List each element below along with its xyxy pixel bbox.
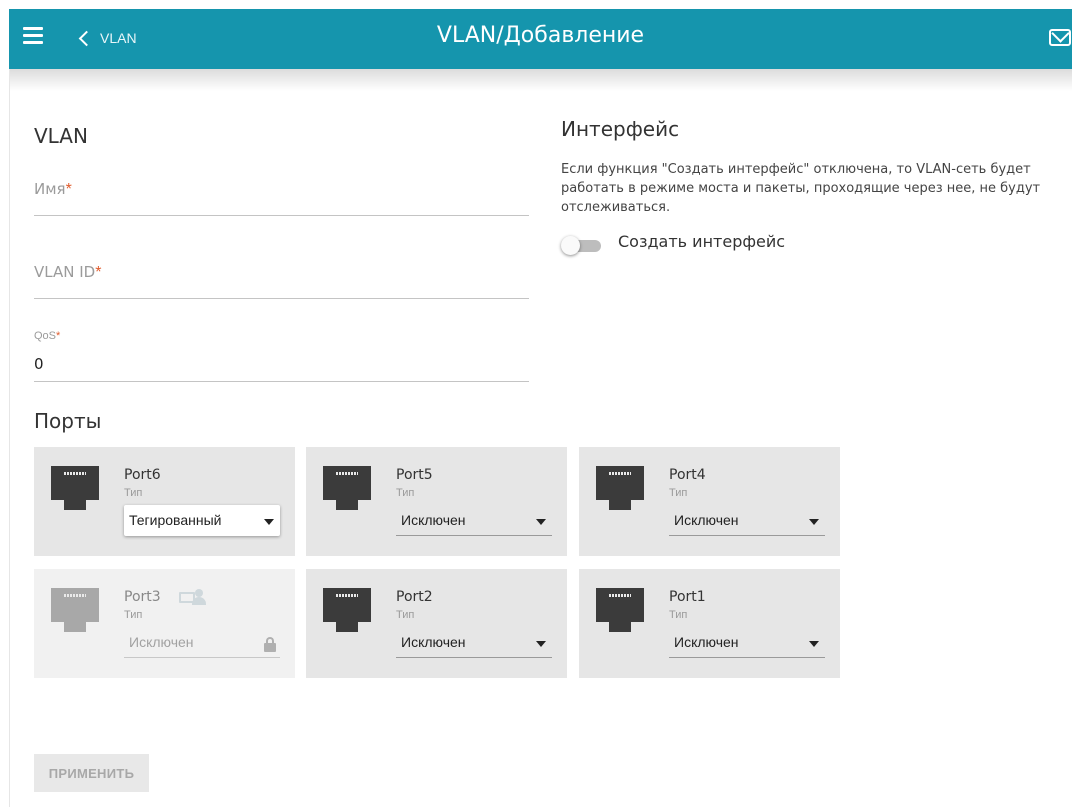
port2-type-select[interactable]: Исключен (396, 627, 552, 658)
interface-description: Если функция "Создать интерфейс" отключе… (561, 162, 1041, 215)
header-shadow (9, 69, 1072, 91)
port-type-label: Тип (124, 609, 143, 621)
qos-field[interactable]: QoS* 0 (34, 322, 529, 382)
port1-type-select[interactable]: Исключен (669, 627, 825, 658)
ethernet-port-icon (323, 466, 371, 514)
interface-heading: Интерфейс (561, 117, 680, 141)
port-card-port1: Port1 Тип Исключен (579, 569, 840, 678)
top-bar: VLAN VLAN/Добавление (9, 9, 1072, 69)
name-field[interactable]: Имя* (34, 180, 529, 216)
ethernet-port-icon (51, 466, 99, 514)
ethernet-port-icon (596, 588, 644, 636)
port-type-value: Тегированный (129, 512, 222, 528)
port-card-port6: Port6 Тип Тегированный (34, 447, 295, 556)
vlan-id-label: VLAN ID (34, 263, 96, 281)
port-type-value: Исключен (674, 634, 739, 650)
ports-heading: Порты (34, 409, 102, 433)
required-mark: * (56, 330, 61, 342)
port6-type-select[interactable]: Тегированный (124, 505, 280, 536)
port-card-port4: Port4 Тип Исключен (579, 447, 840, 556)
caret-down-icon (536, 641, 546, 647)
caret-down-icon (809, 519, 819, 525)
port-type-label: Тип (669, 609, 688, 621)
port-type-value: Исключен (401, 634, 466, 650)
name-label: Имя (34, 180, 66, 198)
port-name: Port2 (396, 589, 433, 605)
port-type-label: Тип (669, 487, 688, 499)
port-card-port3: Port3 Тип Исключен (34, 569, 295, 678)
ethernet-port-icon (323, 588, 371, 636)
port-type-value: Исключен (129, 634, 194, 650)
port-name: Port6 (124, 467, 161, 483)
toggle-knob (561, 236, 580, 255)
port-type-value: Исключен (674, 512, 739, 528)
left-divider (9, 69, 10, 807)
port-name: Port1 (669, 589, 706, 605)
vlan-heading: VLAN (34, 124, 88, 148)
port-name: Port3 (124, 589, 161, 605)
qos-value: 0 (34, 355, 44, 373)
port3-type-select: Исключен (124, 627, 280, 658)
port-type-label: Тип (396, 487, 415, 499)
caret-down-icon (809, 641, 819, 647)
port5-type-select[interactable]: Исключен (396, 505, 552, 536)
port-card-port5: Port5 Тип Исключен (306, 447, 567, 556)
required-mark: * (65, 181, 72, 198)
caret-down-icon (536, 519, 546, 525)
required-mark: * (95, 264, 102, 281)
create-interface-label: Создать интерфейс (618, 232, 786, 251)
vlan-id-field[interactable]: VLAN ID* (34, 263, 529, 299)
connected-user-icon (179, 589, 207, 607)
port-type-label: Тип (124, 487, 143, 499)
apply-button[interactable]: ПРИМЕНИТЬ (34, 754, 149, 792)
mail-icon[interactable] (1049, 29, 1071, 46)
lock-icon (264, 637, 276, 652)
ethernet-port-icon (596, 466, 644, 514)
port4-type-select[interactable]: Исключен (669, 505, 825, 536)
create-interface-toggle[interactable] (561, 235, 603, 255)
ethernet-port-icon (51, 588, 99, 636)
page-title: VLAN/Добавление (436, 23, 645, 48)
caret-down-icon (264, 519, 274, 525)
port-card-port2: Port2 Тип Исключен (306, 569, 567, 678)
port-type-label: Тип (396, 609, 415, 621)
port-type-value: Исключен (401, 512, 466, 528)
qos-label: QoS (34, 330, 57, 342)
port-name: Port4 (669, 467, 706, 483)
port-name: Port5 (396, 467, 433, 483)
